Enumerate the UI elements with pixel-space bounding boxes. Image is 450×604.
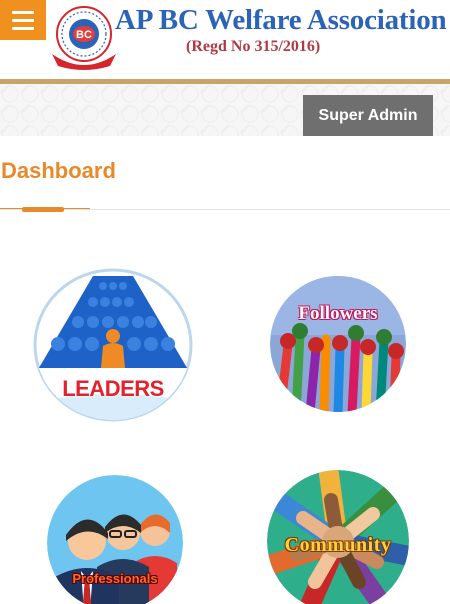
hamburger-icon-line: [12, 26, 34, 30]
raised-hands-image: [270, 276, 406, 412]
hamburger-icon: [12, 10, 34, 14]
menu-button[interactable]: [0, 0, 46, 40]
user-role-button[interactable]: Super Admin: [303, 95, 433, 136]
leaders-tile[interactable]: LEADERS: [33, 268, 193, 422]
bc-emblem-icon: BC: [48, 4, 120, 72]
professionals-label: Professionals: [72, 571, 158, 586]
svg-text:BC: BC: [76, 29, 92, 41]
community-label: Community: [284, 534, 392, 556]
followers-tile[interactable]: Followers: [270, 275, 406, 413]
hamburger-icon-line: [12, 18, 34, 22]
title-accent: [22, 207, 64, 212]
community-tile[interactable]: Community: [267, 470, 409, 604]
leaders-label: LEADERS: [62, 376, 164, 401]
page-title: Dashboard: [1, 158, 116, 183]
professionals-tile[interactable]: Professionals: [47, 475, 183, 604]
app-header: BC AP BC Welfare Association (Regd No 31…: [0, 0, 450, 84]
app-title: AP BC Welfare Association: [115, 4, 447, 36]
title-divider: [0, 209, 450, 210]
followers-label: Followers: [298, 303, 378, 324]
registration-number: (Regd No 315/2016): [186, 38, 321, 55]
